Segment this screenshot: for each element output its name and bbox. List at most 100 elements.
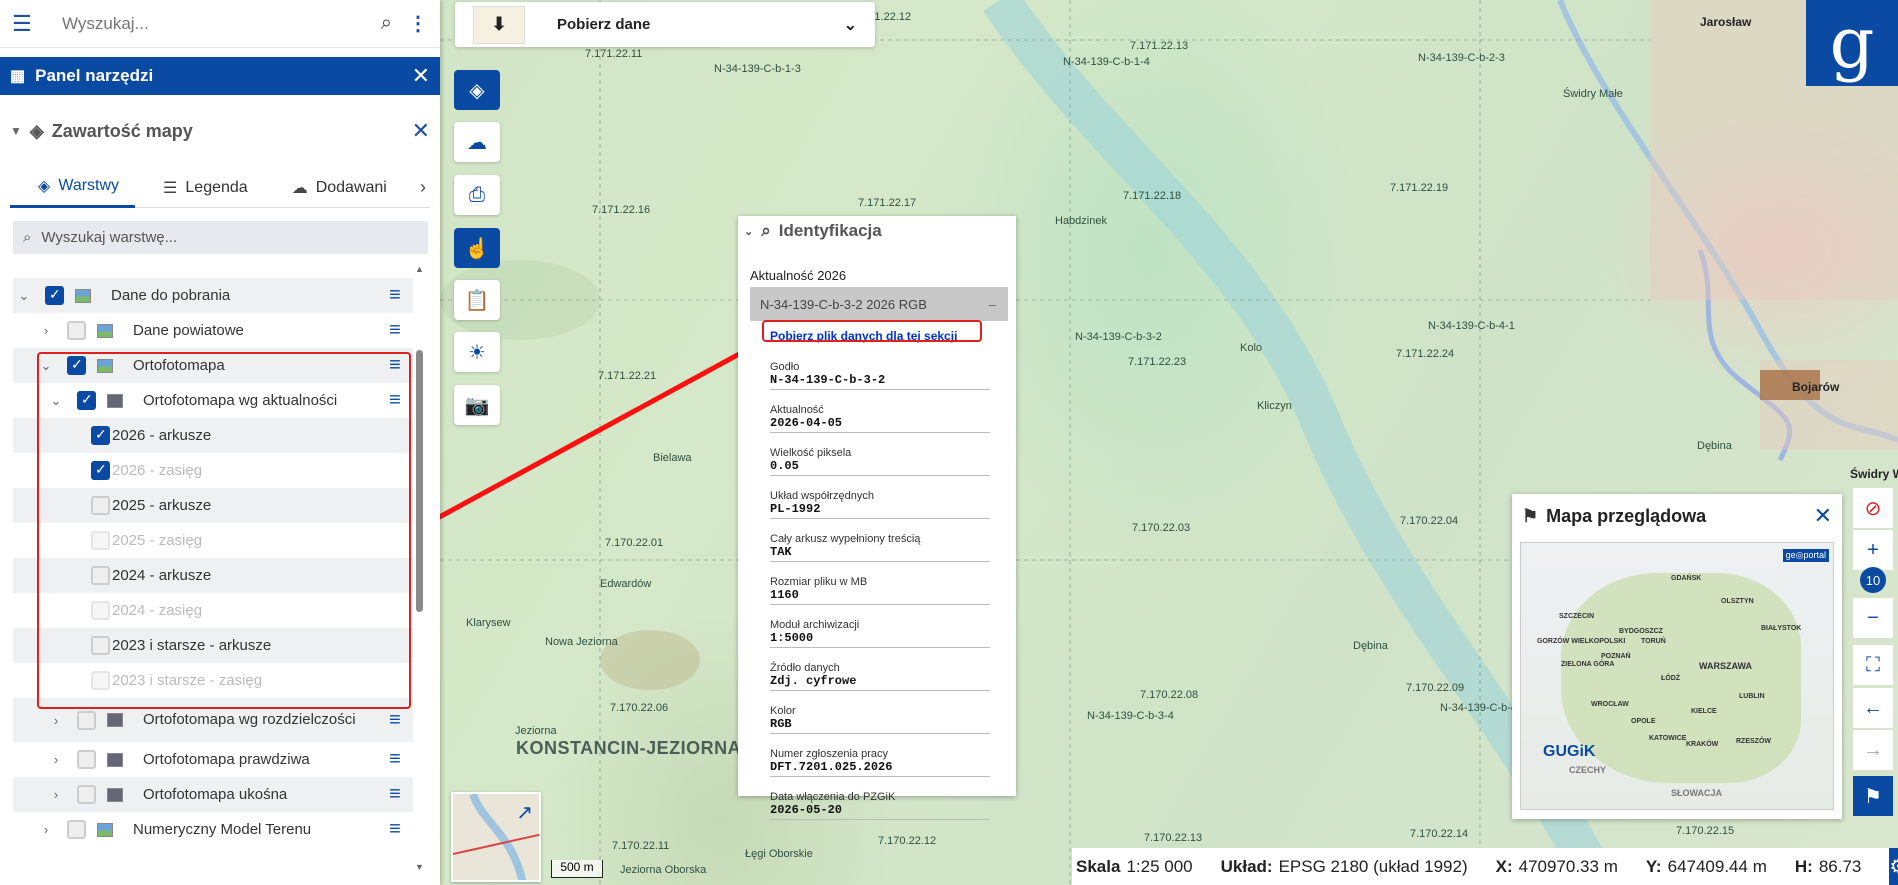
close-icon[interactable]: ✕: [1814, 503, 1832, 529]
layer-checkbox[interactable]: [67, 321, 86, 340]
more-vertical-icon[interactable]: ⋮: [408, 11, 428, 36]
map-place-label: Świdry W: [1850, 467, 1898, 481]
tab-label: Warstwy: [58, 177, 120, 194]
layer-row[interactable]: ⌄ Dane do pobrania ≡: [13, 278, 413, 313]
locate-off-button[interactable]: ⊘: [1853, 488, 1893, 528]
chevron-right-icon[interactable]: ›: [45, 787, 67, 802]
chevron-right-icon[interactable]: ›: [45, 752, 67, 767]
layer-menu-icon[interactable]: ≡: [385, 709, 405, 732]
zoom-in-button[interactable]: +: [1853, 530, 1893, 570]
tab-layers[interactable]: ◈ Warstwy: [10, 168, 136, 208]
layer-row[interactable]: › Dane powiatowe ≡: [13, 313, 413, 348]
layer-menu-icon[interactable]: ≡: [385, 748, 405, 771]
shadow-tool-button[interactable]: ☀: [454, 332, 500, 372]
search-icon[interactable]: ⌕: [381, 12, 392, 35]
cloud-sync-button[interactable]: ☁: [454, 122, 500, 162]
pointer-hand-icon: ☝: [464, 237, 490, 260]
basemap-switcher[interactable]: ↗: [451, 792, 541, 882]
screenshot-button[interactable]: 📷: [454, 385, 500, 425]
chevron-down-icon[interactable]: ⌄: [13, 288, 35, 304]
identify-tool-button[interactable]: ☝: [454, 228, 500, 268]
identify-group: Aktualność 2026: [750, 268, 847, 283]
layers-tool-button[interactable]: ◈: [454, 70, 500, 110]
crs-segment[interactable]: Układ: EPSG 2180 (układ 1992): [1221, 857, 1468, 877]
identify-field: Aktualność 2026-04-05: [770, 404, 990, 433]
identify-section-row[interactable]: N-34-139-C-b-3-2 2026 RGB –: [750, 287, 1008, 321]
layer-row[interactable]: › Ortofotomapa prawdziwa ≡: [13, 742, 413, 777]
layer-menu-icon[interactable]: ≡: [385, 818, 405, 841]
layer-label: Ortofotomapa prawdziwa: [143, 750, 310, 768]
identify-field: Rozmiar pliku w MB 1160: [770, 576, 990, 605]
scale-value: 1:25 000: [1126, 856, 1193, 876]
chevron-right-icon[interactable]: ›: [35, 323, 57, 338]
city-label: TORUŃ: [1641, 638, 1666, 645]
chevron-down-icon[interactable]: ▼: [10, 124, 22, 138]
collapse-dash[interactable]: –: [989, 297, 996, 312]
scroll-up-icon[interactable]: ▲: [415, 264, 424, 274]
geoportal-logo[interactable]: g: [1806, 0, 1898, 86]
layer-checkbox[interactable]: [77, 785, 96, 804]
map-place-label: Kliczyn: [1257, 400, 1292, 412]
layer-checkbox[interactable]: [77, 750, 96, 769]
chevron-right-icon[interactable]: ›: [45, 713, 67, 728]
layer-row[interactable]: › Numeryczny Model Terenu ≡: [13, 812, 413, 847]
layer-tree-scrollbar[interactable]: ▲ ▼: [415, 264, 425, 872]
scale-label: Skala: [1076, 856, 1121, 876]
arrow-right-icon: →: [1863, 738, 1883, 761]
scale-segment[interactable]: Skala 1:25 000: [1076, 857, 1193, 877]
overview-map-toggle[interactable]: ⚑: [1853, 776, 1893, 816]
identify-popup: ⌄ ⌕ Identyfikacja Aktualność 2026 N-34-1…: [738, 216, 1016, 820]
identify-field: Kolor RGB: [770, 705, 990, 734]
close-icon[interactable]: ✕: [412, 63, 430, 89]
map-sheet-label: 7.170.22.08: [1140, 689, 1199, 701]
raster-layer-icon: [97, 822, 113, 837]
chevron-right-icon[interactable]: ›: [35, 822, 57, 837]
search-bar: ☰ ⌕ ⋮: [0, 0, 440, 48]
tab-bar: ◈ Warstwy ☰ Legenda ☁ Dodawani ›: [10, 168, 430, 208]
print-button[interactable]: ⎙: [454, 175, 500, 215]
zoom-out-button[interactable]: −: [1853, 598, 1893, 638]
scale-bar: 500 m: [551, 860, 603, 878]
layer-search-input[interactable]: ⌕ Wyszukaj warstwę...: [13, 221, 428, 254]
map-sheet-label: 7.170.22.06: [610, 702, 669, 714]
map-sheet-label: 7.170.22.03: [1132, 522, 1191, 534]
map-place-label: Klarysew: [466, 617, 511, 629]
map-contents-title: Zawartość mapy: [51, 120, 193, 141]
close-icon[interactable]: ✕: [412, 118, 430, 144]
clipboard-button[interactable]: 📋: [454, 280, 500, 320]
map-sheet-label: 7.170.22.12: [878, 835, 937, 847]
layers-icon: ◈: [38, 178, 51, 195]
crs-value: EPSG 2180 (układ 1992): [1278, 856, 1468, 876]
field-key: Data włączenia do PZGiK: [770, 791, 896, 803]
layer-row[interactable]: › Ortofotomapa ukośna ≡: [13, 777, 413, 812]
previous-view-button[interactable]: ←: [1853, 688, 1893, 728]
overview-map[interactable]: ge◎portal GDAŃSK OLSZTYN SZCZECIN BYDGOS…: [1520, 542, 1834, 810]
layer-checkbox[interactable]: [45, 286, 64, 305]
field-key: Cały arkusz wypełniony treścią: [770, 533, 921, 545]
layer-menu-icon[interactable]: ≡: [385, 284, 405, 307]
next-view-button[interactable]: →: [1853, 730, 1893, 770]
layer-checkbox[interactable]: [77, 710, 96, 730]
map-sheet-label: 7.170.22.13: [1144, 832, 1203, 844]
poland-shape: [1561, 573, 1801, 783]
hamburger-menu-icon[interactable]: ☰: [12, 11, 38, 37]
city-label: KRAKÓW: [1686, 741, 1719, 748]
city-label: GORZÓW WIELKOPOLSKI: [1537, 638, 1626, 645]
full-extent-button[interactable]: ⛶: [1853, 645, 1893, 685]
x-label: X:: [1495, 856, 1513, 876]
section-name: N-34-139-C-b-3-2 2026 RGB: [760, 296, 927, 312]
search-input[interactable]: [62, 13, 381, 34]
layer-checkbox[interactable]: [67, 820, 86, 839]
download-data-dropdown[interactable]: ⬇ Pobierz dane ⌄: [455, 2, 875, 47]
layer-menu-icon[interactable]: ≡: [385, 783, 405, 806]
map-place-label: Kolo: [1240, 342, 1263, 354]
settings-gear-icon[interactable]: ⚙: [1889, 848, 1898, 885]
chevron-right-icon[interactable]: ›: [420, 177, 430, 198]
location-disabled-icon: ⊘: [1864, 497, 1882, 520]
scroll-down-icon[interactable]: ▼: [415, 862, 424, 872]
chevron-down-icon[interactable]: ⌄: [744, 225, 753, 238]
tab-legend[interactable]: ☰ Legenda: [135, 168, 264, 208]
layer-menu-icon[interactable]: ≡: [385, 319, 405, 342]
tab-add-data[interactable]: ☁ Dodawani: [264, 168, 403, 208]
scrollbar-thumb[interactable]: [416, 350, 423, 612]
